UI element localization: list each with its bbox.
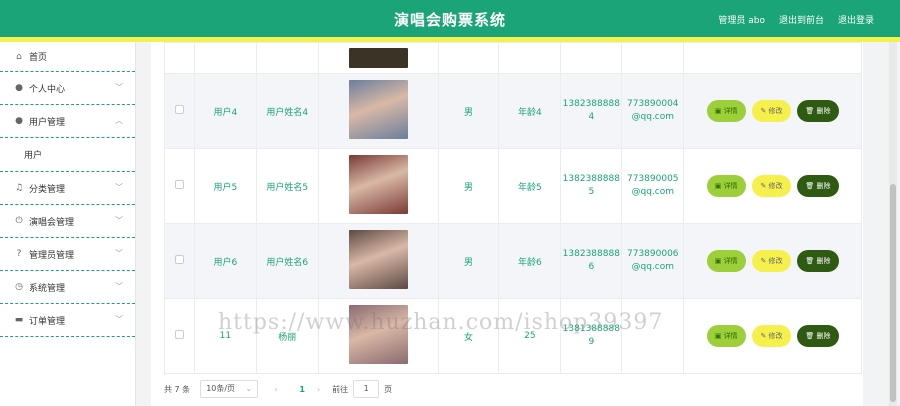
table-row: 用户5 用户姓名5 男 年龄5 1382388888 5 773890005 @qq… [164,148,862,224]
cell-phone: 1382388888 5 [560,148,623,224]
row-checkbox[interactable] [174,255,184,264]
chevron-down-icon: ⌄ [245,384,253,393]
watermark-text: https://www.huzhan.com/ishop39397 [218,310,664,335]
chevron-up-icon: ︿ [115,116,123,125]
sidebar-item-label: 管理员管理 [29,250,75,261]
sidebar-item-system-management[interactable]: ◷ 系统管理 ﹀ [0,271,135,304]
edit-button[interactable]: ✎ 修改 [752,175,791,197]
cell-email: 773890006 @qq.com [621,223,685,299]
sidebar-item-concert-management[interactable]: ⏻ 演唱会管理 ﹀ [0,205,135,238]
sidebar: ⌂ 首页 ● 个人中心 ﹀ ● 用户管理 ︿ 用户 ♫ 分类管理 ﹀ ⏻ 演唱会… [0,42,136,406]
scrollbar-thumb[interactable] [890,184,896,402]
table-row: 用户4 用户姓名4 男 年龄4 1382388888 4 773890004 @qq… [164,73,862,149]
row-checkbox[interactable] [174,180,184,189]
sidebar-item-category-management[interactable]: ♫ 分类管理 ﹀ [0,172,135,205]
cell-actions: ▣ 详情 ✎ 修改 🗑 删除 [683,298,862,374]
cell-name: 用户姓名6 [255,223,319,299]
table-row: 用户6 用户姓名6 男 年龄6 1382388888 6 773890006 @qq… [164,223,862,299]
delete-button[interactable]: 🗑 删除 [797,175,839,197]
cell-actions: ▣ 详情 ✎ 修改 🗑 删除 [683,73,862,149]
cell-actions: ▣ 详情 ✎ 修改 🗑 删除 [683,148,862,224]
chevron-down-icon: ﹀ [115,249,123,258]
cell-name: 用户姓名5 [255,148,319,224]
page-suffix: 页 [384,384,393,394]
sidebar-item-label: 系统管理 [29,283,66,294]
delete-button[interactable]: 🗑 删除 [797,250,839,272]
cell-email: 773890005 @qq.com [621,148,685,224]
user-photo [348,48,408,68]
cell-gender: 男 [437,223,500,299]
cell-gender: 男 [437,148,500,224]
user-photo [348,80,408,139]
sidebar-item-label: 订单管理 [29,316,66,327]
edit-button[interactable]: ✎ 修改 [752,250,791,272]
cell-account: 用户4 [193,73,257,149]
main-content: 用户4 用户姓名4 男 年龄4 1382388888 4 773890004 @qq… [151,42,863,406]
detail-button[interactable]: ▣ 详情 [706,175,746,197]
admin-user-label[interactable]: 管理员 abo [718,13,765,26]
prev-page-button[interactable]: ‹ [274,385,277,394]
row-checkbox[interactable] [174,330,184,339]
sidebar-subitem-users[interactable]: 用户 [0,138,135,172]
cell-actions: ▣ 详情 ✎ 修改 🗑 删除 [683,223,862,299]
sidebar-item-order-management[interactable]: ▬ 订单管理 ﹀ [0,304,135,337]
header-links: 管理员 abo 退出到前台 退出登录 [718,13,874,26]
power-icon: ⏻ [15,216,23,226]
cell-age: 年龄6 [498,223,562,299]
detail-button[interactable]: ▣ 详情 [706,250,746,272]
cell-age: 年龄5 [498,148,562,224]
detail-button[interactable]: ▣ 详情 [706,325,746,347]
chevron-down-icon: ﹀ [115,83,123,92]
current-page[interactable]: 1 [299,385,305,394]
edit-button[interactable]: ✎ 修改 [752,325,791,347]
sidebar-item-label: 首页 [29,53,48,63]
sidebar-item-admin-management[interactable]: ? 管理员管理 ﹀ [0,238,135,271]
clock-icon: ◷ [15,282,23,292]
sidebar-item-home[interactable]: ⌂ 首页 [0,42,135,72]
delete-button[interactable]: 🗑 删除 [797,100,839,122]
user-photo [348,230,408,289]
chevron-down-icon: ﹀ [115,315,123,324]
row-checkbox[interactable] [174,105,184,114]
cell-gender: 男 [437,73,500,149]
chevron-down-icon: ﹀ [115,282,123,291]
chevron-down-icon: ﹀ [115,183,123,192]
ticket-icon: ▬ [14,315,24,325]
sidebar-item-label: 用户管理 [29,117,66,128]
user-photo [348,155,408,214]
cell-phone: 1382388888 6 [560,223,623,299]
cell-age: 年龄4 [498,73,562,149]
table-row [164,42,862,74]
logout-link[interactable]: 退出登录 [838,13,874,26]
cell-phone: 1382388888 4 [560,73,623,149]
help-icon: ? [16,249,22,259]
sidebar-item-profile[interactable]: ● 个人中心 ﹀ [0,72,135,105]
sidebar-item-label: 演唱会管理 [29,217,75,228]
home-icon: ⌂ [16,51,22,62]
page-size-select[interactable]: 10条/页 ⌄ [200,380,259,398]
vertical-scrollbar[interactable] [889,42,897,406]
sidebar-item-label: 分类管理 [29,184,66,195]
chevron-down-icon: ﹀ [115,216,123,225]
bell-icon: ♫ [14,183,24,193]
total-count: 共 7 条 [164,384,191,394]
sidebar-item-label: 个人中心 [29,84,66,95]
bulb-icon: ● [15,116,23,126]
cell-email: 773890004 @qq.com [621,73,685,149]
sidebar-item-user-management[interactable]: ● 用户管理 ︿ [0,105,135,138]
cell-account: 用户6 [193,223,257,299]
person-icon: ● [15,83,23,93]
cell-account: 用户5 [193,148,257,224]
pagination: 共 7 条 10条/页 ⌄ ‹ 1 › 前往 1 页 [164,380,392,398]
goto-page-input[interactable]: 1 [353,380,380,398]
back-to-frontend-link[interactable]: 退出到前台 [779,13,824,26]
detail-button[interactable]: ▣ 详情 [706,100,746,122]
cell-name: 用户姓名4 [255,73,319,149]
goto-label: 前往 [332,384,349,394]
delete-button[interactable]: 🗑 删除 [797,325,839,347]
edit-button[interactable]: ✎ 修改 [752,100,791,122]
next-page-button[interactable]: › [317,385,320,394]
top-navbar: 演唱会购票系统 管理员 abo 退出到前台 退出登录 [0,0,900,42]
